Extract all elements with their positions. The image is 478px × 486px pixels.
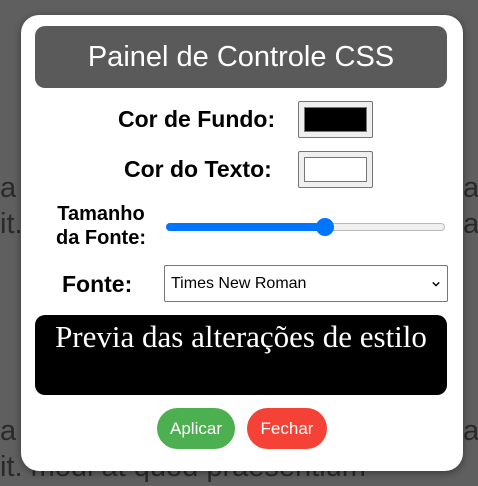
text-color-label: Cor do Texto: (124, 156, 272, 182)
slider-thumb[interactable] (316, 218, 335, 236)
font-select-value: Times New Roman (171, 275, 307, 292)
chevron-down-icon (432, 281, 440, 287)
background-text-line: a (0, 172, 17, 204)
css-control-panel: Painel de Controle CSS Cor de Fundo: Cor… (21, 15, 463, 471)
bg-color-picker[interactable] (298, 101, 373, 138)
text-color-picker[interactable] (298, 151, 373, 188)
bg-color-label: Cor de Fundo: (118, 106, 276, 132)
font-size-slider[interactable] (166, 218, 445, 238)
text-color-swatch (304, 157, 367, 182)
font-label: Fonte: (62, 271, 133, 297)
background-text-line: it. (0, 208, 23, 240)
panel-title: Painel de Controle CSS (35, 26, 447, 88)
background-text-line: a (0, 415, 17, 447)
apply-button[interactable]: Aplicar (157, 408, 235, 449)
style-preview: Previa das alterações de estilo (35, 315, 447, 395)
background-text-fragment: a (463, 172, 478, 204)
slider-fill (166, 223, 326, 231)
font-select[interactable]: Times New Roman (164, 265, 448, 302)
background-text-fragment: a (463, 208, 478, 240)
bg-color-swatch (304, 107, 367, 132)
background-text-fragment: a (463, 415, 478, 447)
font-size-label: Tamanho da Fonte: (56, 203, 146, 249)
close-button[interactable]: Fechar (247, 408, 327, 449)
